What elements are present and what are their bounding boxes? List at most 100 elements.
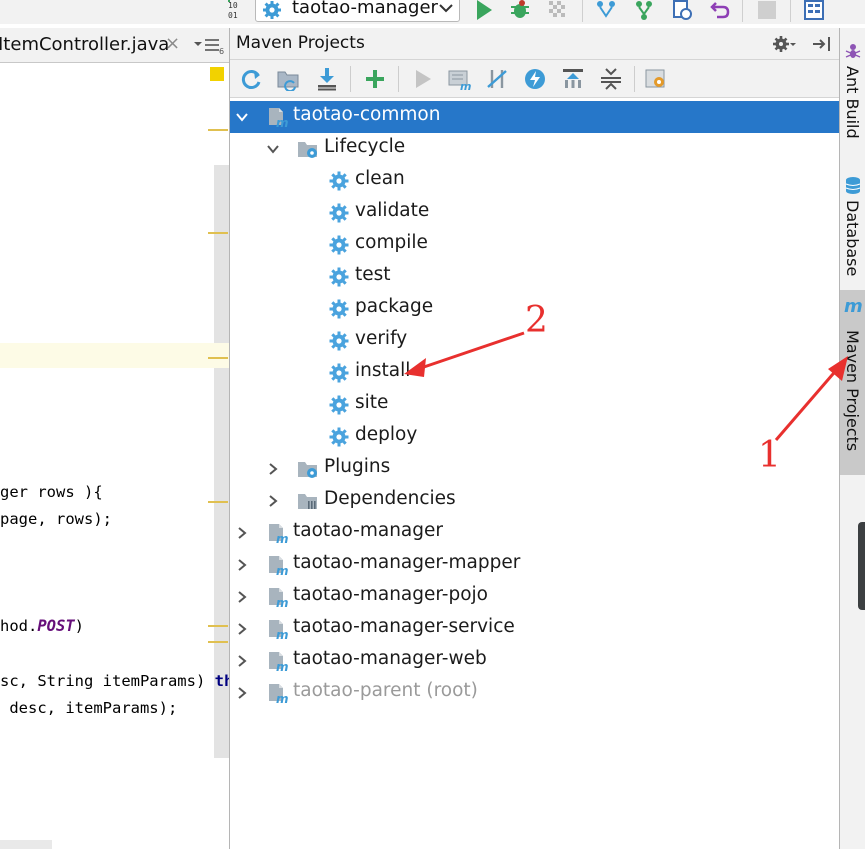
vcs-history-icon[interactable] — [670, 0, 694, 22]
gear-icon — [329, 171, 349, 191]
code-line: sc, String itemParams) thr — [0, 672, 243, 690]
chevron-right-icon[interactable] — [265, 461, 281, 477]
reimport-icon[interactable] — [238, 67, 264, 91]
error-stripe-mark[interactable] — [208, 641, 228, 643]
editor-scrollbar[interactable] — [214, 165, 229, 758]
binary-icon[interactable]: 10 01 — [226, 0, 250, 22]
gear-icon — [329, 427, 349, 447]
tab-list-icon[interactable]: 6 — [191, 34, 227, 56]
run-goal-icon[interactable] — [410, 67, 436, 91]
lifecycle-goal-compile[interactable]: compile — [230, 229, 839, 261]
tab-label: Database — [843, 200, 862, 277]
editor-horizontal-scrollbar[interactable] — [0, 840, 52, 849]
chevron-right-icon[interactable] — [234, 589, 250, 605]
tree-node-taotao-manager[interactable]: m taotao-manager — [230, 517, 839, 549]
tree-node-lifecycle[interactable]: Lifecycle — [230, 133, 839, 165]
tree-node-taotao-manager-pojo[interactable]: m taotao-manager-pojo — [230, 581, 839, 613]
maven-settings-icon[interactable] — [644, 67, 670, 91]
maven-panel-header: Maven Projects — [230, 28, 839, 60]
panel-title: Maven Projects — [236, 33, 365, 53]
lifecycle-goal-clean[interactable]: clean — [230, 165, 839, 197]
vcs-commit-icon[interactable] — [632, 0, 656, 22]
code-editor[interactable]: ItemController.java × 6 ger rows ){ page… — [0, 28, 243, 849]
code-line: desc, itemParams); — [0, 699, 178, 717]
tree-node-label: Plugins — [324, 456, 391, 477]
tree-node-label: taotao-manager-mapper — [293, 552, 521, 573]
lifecycle-goal-site[interactable]: site — [230, 389, 839, 421]
error-stripe-mark[interactable] — [208, 501, 228, 503]
tree-node-label: install — [355, 360, 411, 381]
project-structure-icon[interactable] — [802, 0, 826, 22]
tab-maven-projects[interactable]: m Maven Projects — [840, 290, 865, 475]
tree-node-taotao-manager-mapper[interactable]: m taotao-manager-mapper — [230, 549, 839, 581]
hide-panel-icon[interactable] — [810, 34, 834, 54]
tree-node-plugins[interactable]: Plugins — [230, 453, 839, 485]
tree-node-taotao-manager-web[interactable]: m taotao-manager-web — [230, 645, 839, 677]
close-icon[interactable]: × — [165, 33, 180, 54]
error-stripe-mark[interactable] — [208, 129, 228, 131]
run-configuration-select[interactable]: taotao-manager — [255, 0, 460, 22]
coverage-icon[interactable] — [546, 0, 570, 22]
show-dependencies-icon[interactable] — [560, 67, 586, 91]
toggle-offline-icon[interactable] — [484, 67, 510, 91]
debug-icon[interactable] — [508, 0, 532, 22]
warning-marker[interactable] — [210, 67, 224, 81]
dependencies-icon — [298, 494, 317, 509]
maven-module-icon: m — [269, 652, 288, 672]
lifecycle-goal-install[interactable]: install — [230, 357, 839, 389]
lifecycle-goal-test[interactable]: test — [230, 261, 839, 293]
tree-node-label: package — [355, 296, 434, 317]
chevron-right-icon[interactable] — [234, 653, 250, 669]
tree-node-taotao-manager-service[interactable]: m taotao-manager-service — [230, 613, 839, 645]
chevron-right-icon[interactable] — [234, 685, 250, 701]
chevron-right-icon[interactable] — [265, 493, 281, 509]
chevron-right-icon[interactable] — [234, 525, 250, 541]
run-icon[interactable] — [472, 0, 496, 22]
stop-icon[interactable] — [755, 0, 779, 22]
chevron-right-icon[interactable] — [234, 557, 250, 573]
chevron-right-icon[interactable] — [234, 621, 250, 637]
code-line: hod.POST) — [0, 617, 84, 635]
maven-toolbar: m — [230, 60, 839, 98]
svg-text:m: m — [276, 692, 288, 704]
lifecycle-folder-icon — [298, 142, 317, 158]
settings-gear-icon[interactable] — [772, 34, 796, 54]
run-configuration-label: taotao-manager — [292, 0, 438, 18]
gear-icon — [329, 395, 349, 415]
generate-sources-icon[interactable] — [276, 67, 302, 91]
tree-node-label: Lifecycle — [324, 136, 406, 157]
tab-ant-build[interactable]: Ant Build — [840, 40, 865, 160]
vcs-update-icon[interactable] — [594, 0, 618, 22]
maven-projects-panel: Maven Projects m m taotao-common Lifecyc… — [229, 28, 840, 849]
annotation-number-2: 2 — [525, 300, 548, 341]
error-stripe-mark[interactable] — [208, 232, 228, 234]
tree-node-label: site — [355, 392, 389, 413]
maven-module-icon: m — [269, 524, 288, 544]
skip-tests-icon[interactable] — [522, 67, 548, 91]
lifecycle-goal-deploy[interactable]: deploy — [230, 421, 839, 453]
revert-icon[interactable] — [708, 0, 732, 22]
svg-text:m: m — [276, 532, 288, 544]
tree-node-taotao-common[interactable]: m taotao-common — [230, 101, 839, 133]
tree-node-taotao-parent-root-[interactable]: m taotao-parent (root) — [230, 677, 839, 709]
svg-text:m: m — [276, 116, 288, 128]
editor-tab-title[interactable]: ItemController.java — [0, 34, 169, 55]
tree-node-dependencies[interactable]: Dependencies — [230, 485, 839, 517]
tree-node-label: taotao-common — [293, 104, 441, 125]
tab-database[interactable]: Database — [840, 174, 865, 284]
chevron-down-icon[interactable] — [265, 141, 281, 157]
download-icon[interactable] — [314, 67, 340, 91]
chevron-down-icon[interactable] — [234, 109, 250, 125]
svg-text:10: 10 — [228, 1, 238, 10]
tree-node-label: clean — [355, 168, 405, 189]
collapse-all-icon[interactable] — [598, 67, 624, 91]
error-stripe-mark[interactable] — [208, 357, 228, 359]
tab-label: Ant Build — [843, 66, 862, 139]
add-icon[interactable] — [362, 67, 388, 91]
error-stripe-mark[interactable] — [208, 625, 228, 627]
svg-text:6: 6 — [219, 47, 224, 56]
lifecycle-goal-validate[interactable]: validate — [230, 197, 839, 229]
execute-goal-icon[interactable]: m — [446, 67, 472, 91]
panel-resize-handle[interactable] — [858, 522, 865, 610]
maven-module-icon: m — [269, 556, 288, 576]
